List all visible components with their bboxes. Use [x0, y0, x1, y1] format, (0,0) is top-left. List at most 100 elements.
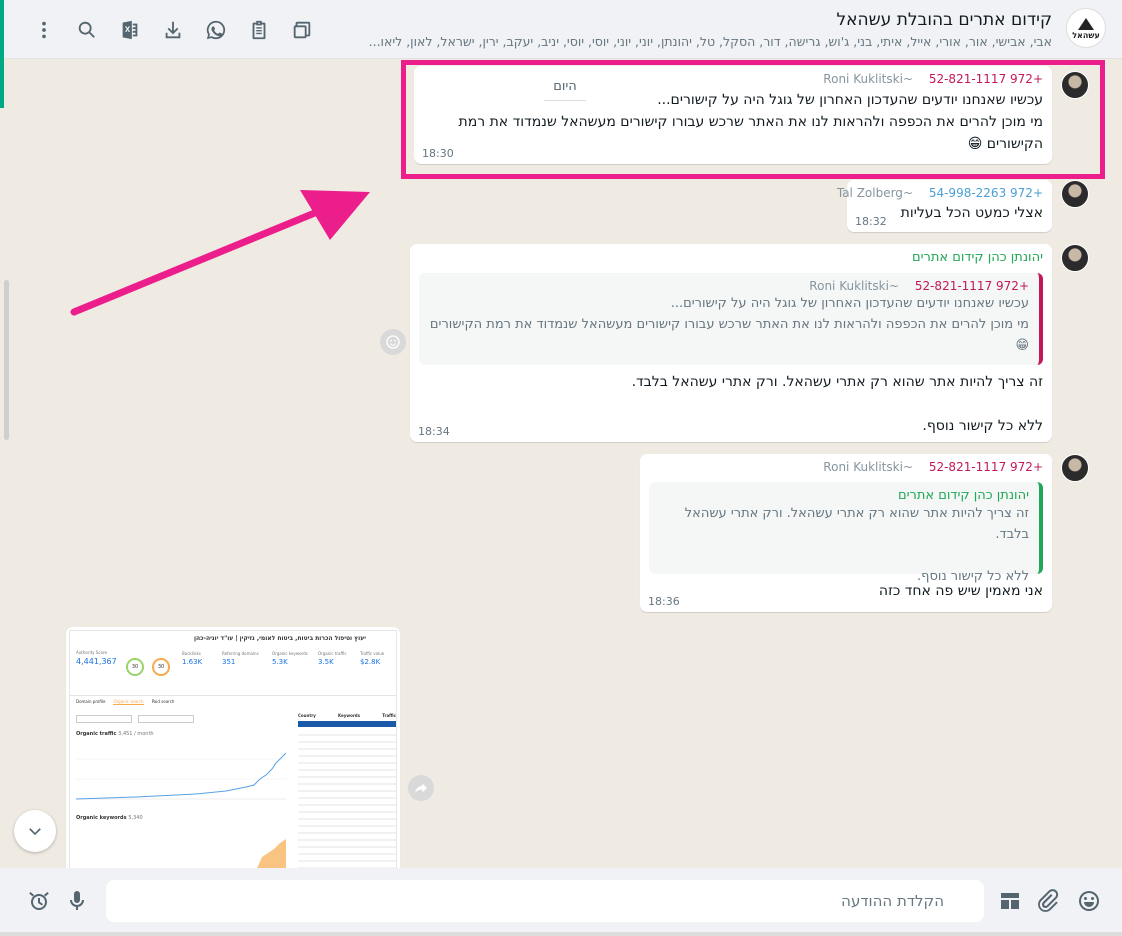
alarm-icon[interactable]: [26, 888, 52, 914]
sender-row: +972 52-821-1117 ~Roni Kuklitski: [423, 72, 1043, 86]
excel-export-icon[interactable]: [108, 16, 151, 44]
message-bubble[interactable]: +972 52-821-1117 ~Roni Kuklitski עכשיו ש…: [414, 66, 1052, 164]
stat-value: 1.63K: [182, 658, 203, 666]
avatar-logo-text: עשהאל: [1072, 31, 1100, 40]
sender-name: ~Roni Kuklitski: [823, 72, 913, 86]
message-line: הקישורים 😁: [967, 136, 1043, 152]
scrollbar[interactable]: [4, 280, 9, 440]
forward-icon[interactable]: [408, 775, 434, 801]
mic-icon[interactable]: [64, 888, 90, 914]
preview-keywords-label: Organic keywords 5,340: [76, 815, 143, 821]
preview-tab: Domain profile: [76, 699, 106, 704]
chevron-down-icon: [29, 828, 41, 836]
header-toolbar: [22, 16, 323, 44]
score-badge: 30: [152, 658, 170, 676]
message-compose[interactable]: [106, 880, 984, 922]
footer-border: [0, 932, 1122, 936]
date-chip: היום: [544, 73, 586, 101]
keywords-sub-text: 5,340: [128, 815, 143, 821]
stat-value: $2.8K: [360, 658, 381, 666]
sender-name: יהונתן כהן קידום אתרים: [911, 250, 1043, 265]
quote-line: עכשיו שאנחנו יודעים שהעדכון האחרון של גו…: [670, 296, 1029, 311]
search-icon[interactable]: [65, 16, 108, 44]
chat-header: עשהאל קידום אתרים בהובלת עשהאל אבי, אביש…: [0, 0, 1122, 108]
sender-row: +972 54-998-2263 ~Tal Zolberg: [837, 186, 1043, 200]
preview-tab: Organic search: [113, 699, 144, 705]
quote-sender-name: ~Roni Kuklitski: [809, 279, 899, 293]
sender-phone[interactable]: +972 54-998-2263: [929, 186, 1043, 200]
organic-keywords-chart: [257, 839, 286, 868]
arrow-annotation: [70, 190, 370, 316]
sender-phone[interactable]: +972 52-821-1117: [929, 72, 1043, 86]
stat-label: Backlinks: [182, 651, 201, 656]
message-text: עכשיו שאנחנו יודעים שהעדכון האחרון של גו…: [423, 89, 1043, 155]
compose-bar: [0, 868, 1122, 936]
quote-sender-name: יהונתן כהן קידום אתרים: [897, 488, 1029, 503]
scroll-down-button[interactable]: [14, 810, 56, 852]
group-avatar[interactable]: עשהאל: [1066, 8, 1106, 48]
whatsapp-icon[interactable]: [194, 16, 237, 44]
image-message[interactable]: יעוץ וטיפול הכרות ביטוח, ביטוח לאומי, נז…: [66, 627, 400, 868]
avatar[interactable]: [1061, 244, 1089, 272]
more-vert-icon[interactable]: [22, 16, 65, 44]
participants-list: אבי, אבישי, אור, אורי, אייל, איתי, בני, …: [368, 34, 1052, 49]
attach-icon[interactable]: [1035, 888, 1061, 914]
quote-sender-row: +972 52-821-1117 ~Roni Kuklitski: [427, 279, 1029, 293]
chat-title[interactable]: קידום אתרים בהובלת עשהאל: [836, 10, 1052, 30]
avatar[interactable]: [1061, 71, 1089, 99]
message-time: 18:34: [418, 425, 450, 438]
sender-name: ~Roni Kuklitski: [823, 460, 913, 474]
organic-traffic-chart: [76, 752, 286, 800]
message-time: 18:32: [855, 215, 887, 228]
semrush-screenshot[interactable]: יעוץ וטיפול הכרות ביטוח, ביטוח לאומי, נז…: [69, 630, 397, 868]
preview-tabs: Domain profile Organic search Paid searc…: [76, 699, 174, 705]
preview-authority-label: Authority Score: [76, 650, 107, 655]
avatar[interactable]: [1061, 454, 1089, 482]
preview-dropdown: [76, 715, 132, 723]
keywords-label-text: Organic keywords: [76, 815, 127, 821]
stat-value: 3.5K: [318, 658, 334, 666]
message-bubble[interactable]: +972 54-998-2263 ~Tal Zolberg אצלי כמעט …: [837, 180, 1052, 232]
emoji-icon[interactable]: [1076, 888, 1102, 914]
download-icon[interactable]: [151, 16, 194, 44]
chart-label-text: Organic traffic: [76, 731, 117, 737]
message-text: זה צריך להיות אתר שהוא רק אתרי עשהאל. ור…: [419, 371, 1043, 437]
message-line: זה צריך להיות אתר שהוא רק אתרי עשהאל. ור…: [631, 374, 1043, 390]
stat-value: 351: [222, 658, 236, 666]
quote-line: זה צריך להיות אתר שהוא רק אתרי עשהאל. ור…: [680, 506, 1029, 542]
quoted-message[interactable]: +972 52-821-1117 ~Roni Kuklitski עכשיו ש…: [419, 273, 1043, 365]
sender-phone[interactable]: +972 52-821-1117: [929, 460, 1043, 474]
quote-text: זה צריך להיות אתר שהוא רק אתרי עשהאל. ור…: [657, 503, 1029, 587]
quote-line: ללא כל קישור נוסף.: [917, 569, 1029, 584]
table-highlight-row: [298, 721, 396, 727]
preview-chart-label: Organic traffic 3,451 / month: [76, 731, 154, 737]
preview-dropdown: [138, 715, 194, 723]
message-bubble[interactable]: +972 52-821-1117 ~Roni Kuklitski יהונתן …: [640, 454, 1052, 612]
stat-value: 5.3K: [272, 658, 288, 666]
quote-line: מי מוכן להרים את הכפפה ולהראות לנו את הא…: [429, 317, 1029, 332]
windows-icon[interactable]: [280, 16, 323, 44]
stat-label: Organic keywords: [272, 651, 308, 656]
chat-area[interactable]: +972 52-821-1117 ~Roni Kuklitski עכשיו ש…: [0, 60, 1122, 868]
stat-label: Referring domains: [222, 651, 259, 656]
avatar[interactable]: [1061, 180, 1089, 208]
preview-title: יעוץ וטיפול הכרות ביטוח, ביטוח לאומי, נז…: [193, 635, 366, 642]
clipboard-icon[interactable]: [237, 16, 280, 44]
emoji-reaction-icon[interactable]: [380, 329, 406, 355]
message-input[interactable]: [106, 880, 984, 922]
score-badge: 30: [126, 658, 144, 676]
quoted-message[interactable]: יהונתן כהן קידום אתרים זה צריך להיות אתר…: [649, 482, 1043, 584]
sender-name: ~Tal Zolberg: [836, 186, 913, 200]
preview-table-header: Country Keywords Traffic: [298, 713, 396, 718]
message-time: 18:30: [422, 147, 454, 160]
quote-sender-phone: +972 52-821-1117: [914, 279, 1029, 293]
table-header: Traffic: [382, 713, 396, 718]
preview-tab: Paid search: [151, 699, 175, 704]
template-icon[interactable]: [997, 888, 1023, 914]
quote-line: 😁: [1015, 338, 1029, 353]
quote-text: עכשיו שאנחנו יודעים שהעדכון האחרון של גו…: [427, 293, 1029, 356]
logo-triangle-icon: [1078, 18, 1094, 30]
preview-authority-value: 4,441,367: [76, 657, 117, 666]
table-header: Keywords: [338, 713, 361, 718]
message-bubble[interactable]: יהונתן כהן קידום אתרים +972 52-821-1117 …: [410, 244, 1052, 442]
